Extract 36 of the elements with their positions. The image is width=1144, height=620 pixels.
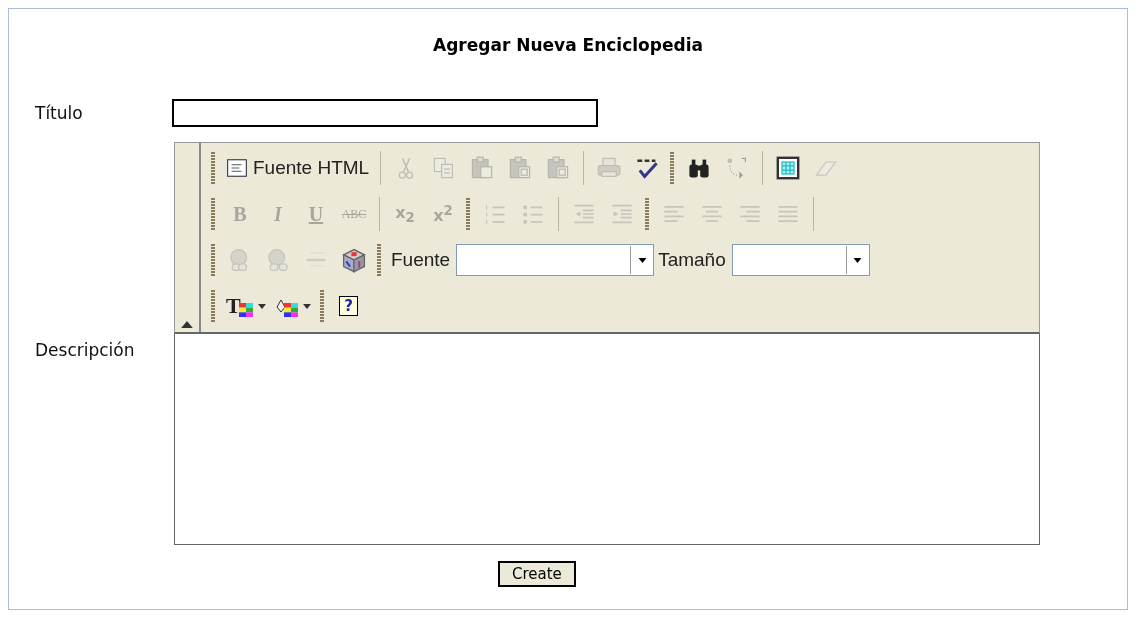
title-input-field[interactable] (172, 99, 598, 127)
document-icon (226, 157, 248, 179)
grip-handle[interactable] (211, 152, 215, 184)
grip-handle[interactable] (645, 198, 649, 230)
help-button[interactable]: ? (329, 287, 368, 325)
clipboard-icon (470, 156, 495, 180)
toolbar-label: Fuente (391, 249, 451, 271)
globe-icon (265, 247, 291, 273)
caret-icon (637, 257, 647, 263)
create-button[interactable]: Create (498, 561, 576, 587)
paint-bucket-icon (275, 298, 286, 314)
text-color-button[interactable]: T (221, 287, 271, 325)
caret-icon (853, 257, 863, 263)
field-label: Descripción (35, 339, 136, 360)
indent-icon (610, 202, 634, 226)
grip-handle[interactable] (377, 244, 381, 276)
grip-handle[interactable] (319, 290, 324, 322)
color-grid-icon (283, 303, 298, 317)
grip-handle[interactable] (211, 198, 215, 230)
form-title: Agregar Nueva Enciclopedia (432, 34, 704, 55)
source-button[interactable]: Fuente HTML (221, 149, 375, 187)
outdent-icon (572, 202, 596, 226)
printer-icon (597, 156, 622, 180)
cube-icon (341, 247, 367, 273)
clipboard-icon (546, 156, 571, 180)
dropdown-field[interactable] (456, 244, 655, 276)
grip-handle[interactable] (211, 244, 215, 276)
dropdown-field[interactable] (731, 244, 870, 276)
grip-handle[interactable] (211, 290, 215, 322)
grip-handle[interactable] (466, 198, 470, 230)
triangle-icon (181, 321, 193, 328)
grip-handle[interactable] (670, 152, 675, 184)
clipboard-icon (508, 156, 533, 180)
toolbar-label: Tamaño (658, 249, 726, 271)
field-label: Título (35, 103, 84, 123)
table-icon (776, 156, 801, 180)
